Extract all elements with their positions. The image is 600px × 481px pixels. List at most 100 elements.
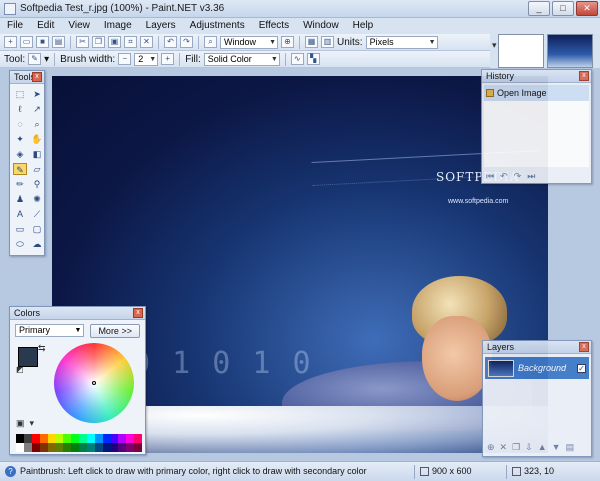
- line-curve-icon[interactable]: ⟋: [30, 208, 44, 220]
- delete-layer-icon[interactable]: ✕: [500, 442, 508, 453]
- move-layer-down-icon[interactable]: ▼: [552, 442, 561, 453]
- cut-icon[interactable]: ✂: [76, 36, 89, 48]
- brush-width-select[interactable]: 2 ▼: [134, 52, 159, 66]
- menu-layers[interactable]: Layers: [139, 18, 183, 34]
- crop-icon[interactable]: ⌗: [124, 36, 137, 48]
- menu-effects[interactable]: Effects: [252, 18, 296, 34]
- zoom-tool-icon[interactable]: ⌕: [30, 118, 44, 130]
- history-panel-header[interactable]: History x: [482, 70, 591, 83]
- add-layer-icon[interactable]: ⊕: [487, 442, 495, 453]
- deselect-icon[interactable]: ✕: [140, 36, 153, 48]
- close-icon[interactable]: x: [579, 71, 589, 81]
- palette-swatch[interactable]: [55, 443, 64, 452]
- move-layer-up-icon[interactable]: ▲: [538, 442, 547, 453]
- gradient-icon[interactable]: ◧: [30, 148, 44, 160]
- palette-swatch[interactable]: [63, 443, 72, 452]
- palette-swatch[interactable]: [47, 434, 56, 443]
- colors-panel-header[interactable]: Colors x: [10, 307, 145, 320]
- units-select[interactable]: Pixels ▼: [365, 35, 438, 49]
- rewind-icon[interactable]: ⏮: [486, 171, 494, 182]
- palette-swatch[interactable]: [134, 434, 142, 443]
- merge-layer-icon[interactable]: ⇩: [525, 442, 533, 453]
- palette-swatch[interactable]: [23, 434, 32, 443]
- palette-icon[interactable]: ▣: [16, 418, 25, 429]
- lasso-icon[interactable]: ℓ: [13, 103, 27, 115]
- palette-swatch[interactable]: [86, 434, 95, 443]
- history-item[interactable]: Open Image: [484, 85, 589, 101]
- maximize-button[interactable]: □: [552, 1, 574, 16]
- text-icon[interactable]: A: [13, 208, 27, 220]
- palette-swatch[interactable]: [110, 434, 119, 443]
- menu-view[interactable]: View: [61, 18, 97, 34]
- menu-window[interactable]: Window: [296, 18, 346, 34]
- eraser-icon[interactable]: ▱: [30, 163, 44, 175]
- menu-edit[interactable]: Edit: [30, 18, 61, 34]
- palette-swatch[interactable]: [31, 434, 40, 443]
- palette-swatch[interactable]: [31, 443, 40, 452]
- palette-swatch[interactable]: [39, 443, 48, 452]
- chevron-down-icon[interactable]: ▾: [492, 40, 497, 51]
- palette-swatch[interactable]: [102, 443, 111, 452]
- layers-panel-header[interactable]: Layers x: [483, 341, 591, 354]
- palette-swatch[interactable]: [118, 434, 127, 443]
- reset-colors-icon[interactable]: ◩: [16, 365, 24, 374]
- move-selection-icon[interactable]: ➤: [30, 88, 44, 100]
- close-icon[interactable]: x: [32, 72, 42, 82]
- paintbrush-tool-icon[interactable]: ✎: [13, 163, 27, 175]
- freeform-shape-icon[interactable]: ☁: [30, 238, 44, 250]
- swap-colors-icon[interactable]: ⇆: [38, 343, 46, 354]
- menu-image[interactable]: Image: [97, 18, 139, 34]
- redo-history-icon[interactable]: ↷: [514, 171, 522, 182]
- palette-swatch[interactable]: [16, 443, 24, 452]
- copy-icon[interactable]: ❐: [92, 36, 105, 48]
- antialiasing-icon[interactable]: ∿: [290, 53, 304, 65]
- fill-select[interactable]: Solid Color ▼: [203, 52, 280, 66]
- ellipse-select-icon[interactable]: ◌: [13, 118, 27, 130]
- primary-color-swatch[interactable]: [18, 347, 38, 367]
- open-icon[interactable]: ▭: [20, 36, 33, 48]
- ruler-icon[interactable]: ▥: [321, 36, 334, 48]
- undo-history-icon[interactable]: ↶: [500, 171, 508, 182]
- minimize-button[interactable]: _: [528, 1, 550, 16]
- redo-icon[interactable]: ↷: [180, 36, 193, 48]
- layer-row[interactable]: Background ✓: [485, 357, 589, 379]
- palette-swatch[interactable]: [79, 434, 87, 443]
- image-thumbnail-active[interactable]: [547, 34, 593, 68]
- palette-swatch[interactable]: [71, 434, 79, 443]
- recolor-icon[interactable]: ✺: [30, 193, 44, 205]
- ellipse-icon[interactable]: ⬭: [13, 238, 27, 250]
- blend-mode-icon[interactable]: ▚: [306, 53, 320, 65]
- palette-swatch[interactable]: [71, 443, 79, 452]
- palette-swatch[interactable]: [16, 434, 24, 443]
- close-icon[interactable]: x: [133, 308, 143, 318]
- increase-width-icon[interactable]: +: [161, 53, 175, 65]
- palette-swatch[interactable]: [23, 443, 32, 452]
- palette-menu-icon[interactable]: ▾: [30, 418, 35, 429]
- palette-swatch[interactable]: [79, 443, 87, 452]
- fast-forward-icon[interactable]: ⏭: [527, 171, 535, 182]
- paint-bucket-icon[interactable]: ◈: [13, 148, 27, 160]
- image-thumbnail[interactable]: [498, 34, 544, 68]
- color-mode-select[interactable]: Primary ▼: [15, 324, 85, 337]
- palette-swatch[interactable]: [126, 434, 135, 443]
- new-icon[interactable]: +: [4, 36, 17, 48]
- palette-swatch[interactable]: [39, 434, 48, 443]
- chevron-down-icon[interactable]: ▾: [44, 54, 49, 65]
- palette-swatch[interactable]: [126, 443, 135, 452]
- rounded-rectangle-icon[interactable]: ▢: [30, 223, 44, 235]
- duplicate-layer-icon[interactable]: ❐: [512, 442, 520, 453]
- clone-stamp-icon[interactable]: ♟: [13, 193, 27, 205]
- undo-icon[interactable]: ↶: [164, 36, 177, 48]
- menu-help[interactable]: Help: [346, 18, 381, 34]
- tools-panel-header[interactable]: Tools x: [10, 71, 44, 84]
- pan-icon[interactable]: ✋: [30, 133, 44, 145]
- palette-swatch[interactable]: [94, 434, 103, 443]
- color-picker-icon[interactable]: ⚲: [30, 178, 44, 190]
- menu-file[interactable]: File: [0, 18, 30, 34]
- zoom-icon[interactable]: ⌕: [204, 36, 217, 48]
- layer-visibility-checkbox[interactable]: ✓: [577, 363, 586, 373]
- palette-swatch[interactable]: [118, 443, 127, 452]
- rectangle-select-icon[interactable]: ⬚: [13, 88, 27, 100]
- layer-properties-icon[interactable]: ▤: [566, 442, 575, 453]
- save-icon[interactable]: ■: [36, 36, 49, 48]
